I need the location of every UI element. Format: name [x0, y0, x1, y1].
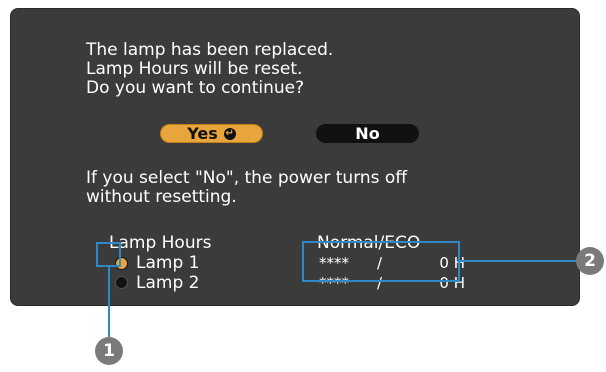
info-line-1: If you select "No", the power turns off [86, 168, 408, 188]
lamp-2-radio[interactable] [115, 276, 128, 289]
info-message: If you select "No", the power turns off … [86, 169, 407, 207]
lamp-2-label: Lamp 2 [136, 273, 200, 293]
no-button[interactable]: No [316, 124, 419, 143]
yes-label: Yes [187, 124, 218, 143]
lamp-1-label: Lamp 1 [136, 253, 200, 273]
yes-button[interactable]: Yes ↵ [160, 124, 263, 143]
callout-1-marker: 1 [95, 337, 123, 365]
lamp-selector-highlight [96, 242, 121, 267]
confirmation-message: The lamp has been replaced. Lamp Hours w… [86, 41, 333, 98]
lamp-hours-title: Lamp Hours [109, 233, 212, 253]
info-line-2: without resetting. [86, 187, 237, 207]
message-line-3: Do you want to continue? [86, 78, 305, 98]
no-label: No [355, 124, 380, 143]
callout-2-marker: 2 [576, 247, 604, 275]
message-line-1: The lamp has been replaced. [86, 40, 334, 60]
hours-highlight [302, 241, 460, 282]
callout-1-line [108, 266, 110, 337]
message-line-2: Lamp Hours will be reset. [86, 59, 303, 79]
enter-icon: ↵ [223, 127, 236, 140]
callout-2-line [459, 260, 586, 262]
